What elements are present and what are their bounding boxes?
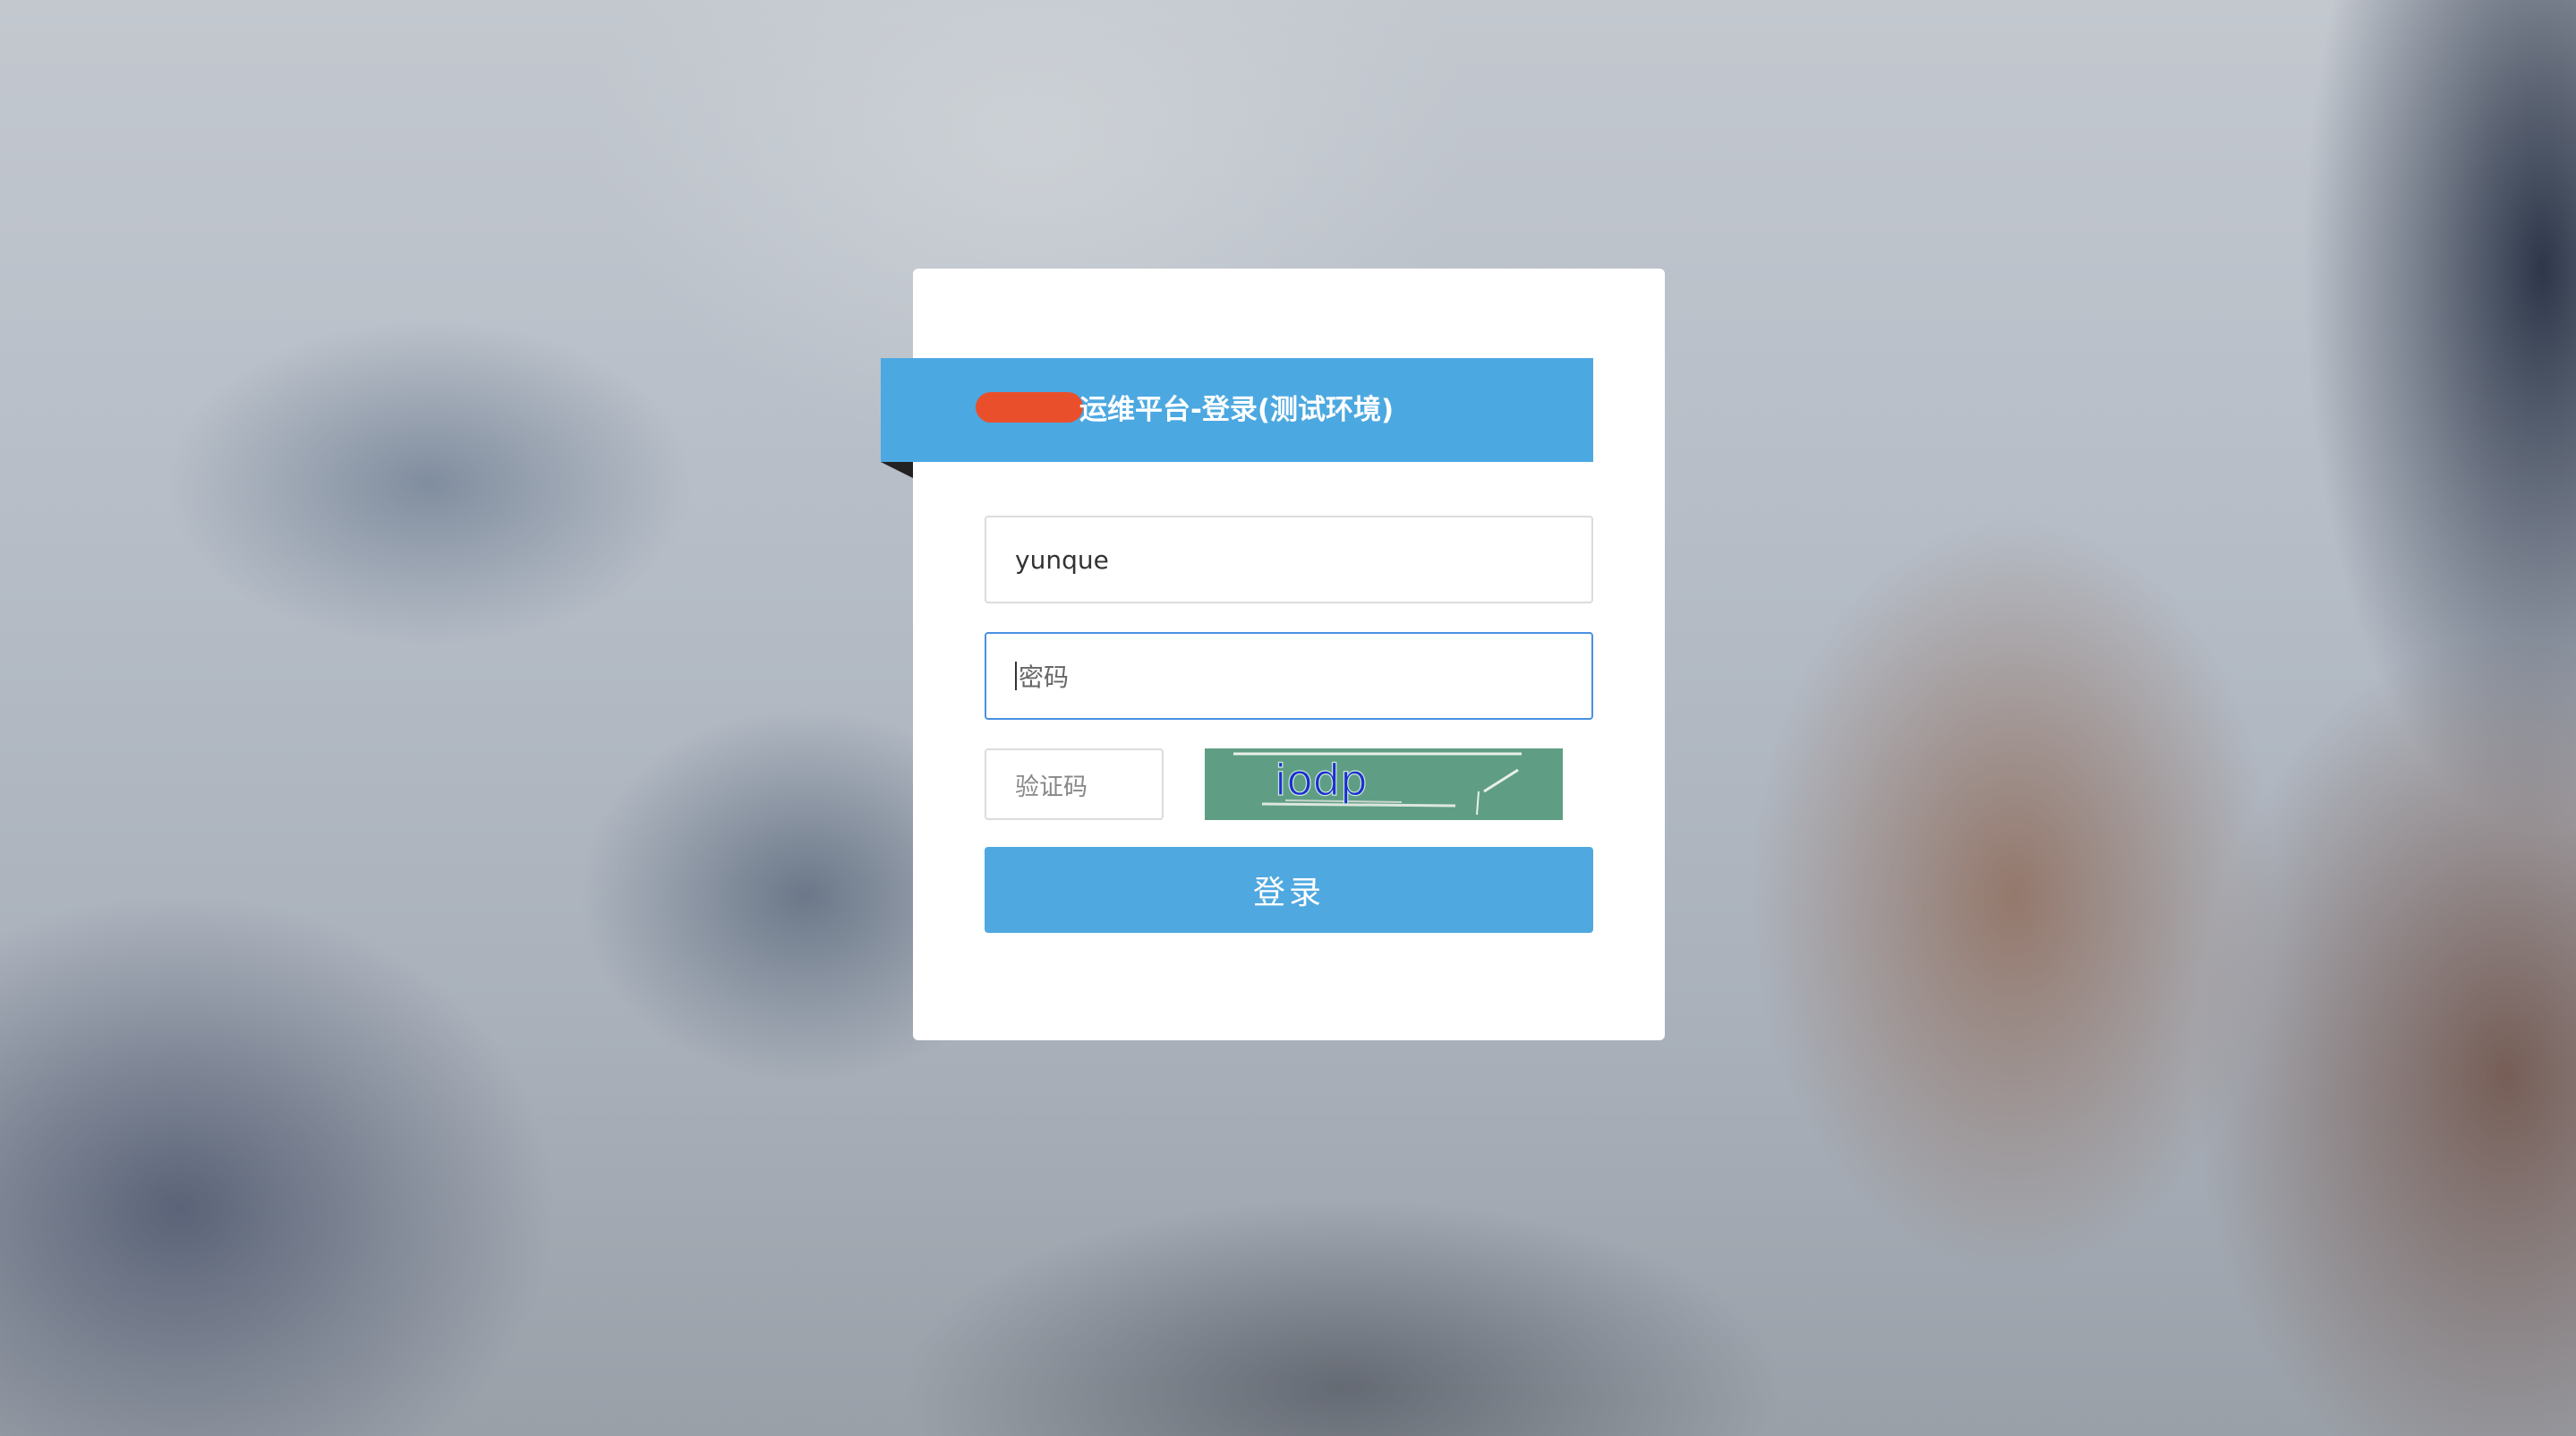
redacted-logo — [976, 392, 1083, 423]
captcha-text: iodp — [1275, 756, 1368, 806]
ribbon-fold — [881, 462, 913, 478]
captcha-graphic: iodp — [1233, 752, 1522, 816]
password-placeholder: 密码 — [1019, 662, 1070, 692]
username-value: yunque — [1015, 544, 1109, 575]
captcha-placeholder: 验证码 — [1015, 773, 1088, 801]
captcha-image[interactable]: iodp — [1205, 748, 1563, 820]
captcha-input[interactable]: 验证码 — [985, 748, 1164, 820]
captcha-noise-line — [1483, 768, 1519, 793]
login-button[interactable]: 登录 — [985, 847, 1593, 933]
login-card: 运维平台-登录(测试环境) yunque 密码 验证码 iodp 登录 — [881, 269, 1665, 1040]
captcha-noise-line — [1476, 791, 1480, 816]
text-caret — [1015, 662, 1017, 690]
title-ribbon: 运维平台-登录(测试环境) — [881, 358, 1593, 462]
password-input[interactable]: 密码 — [985, 632, 1593, 720]
page-title: 运维平台-登录(测试环境) — [1079, 394, 1395, 426]
username-input[interactable]: yunque — [985, 516, 1593, 603]
